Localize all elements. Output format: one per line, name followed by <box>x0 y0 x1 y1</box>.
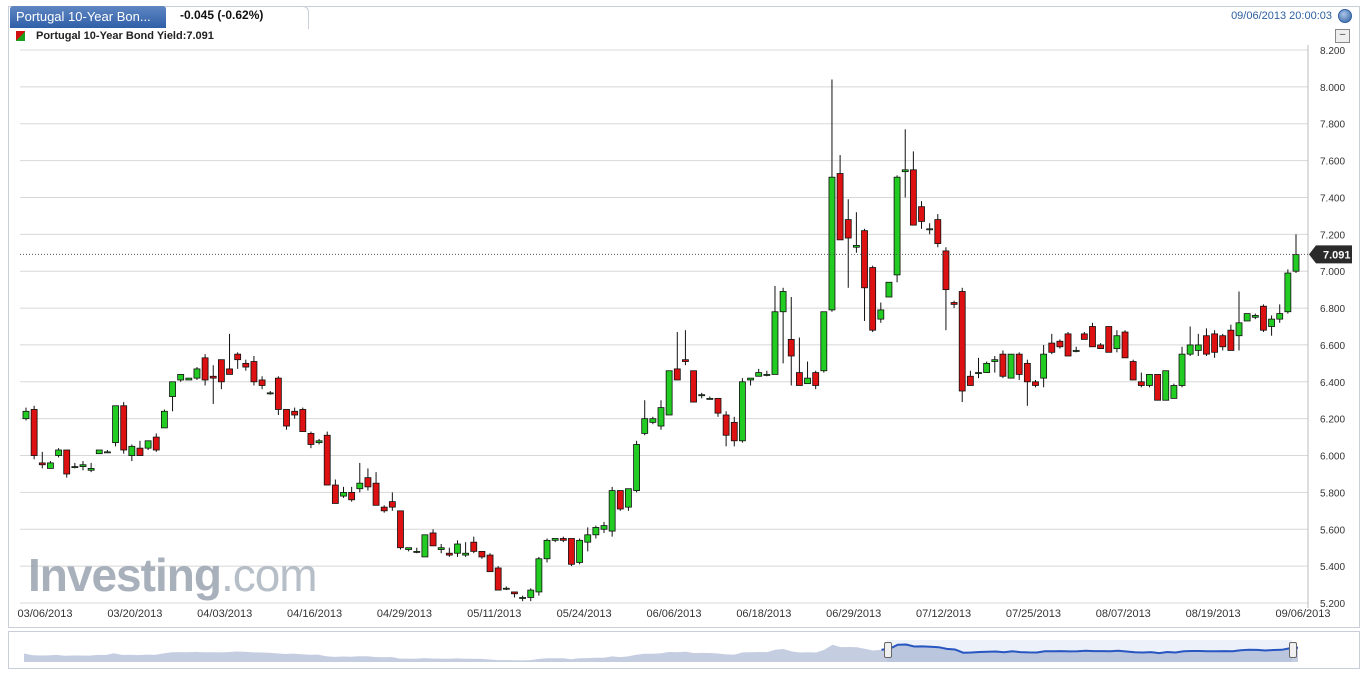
navigator-left-handle[interactable] <box>884 642 892 658</box>
navigator-chart <box>24 640 1299 662</box>
navigator-right-handle[interactable] <box>1289 642 1297 658</box>
navigator-selection <box>887 640 1292 662</box>
